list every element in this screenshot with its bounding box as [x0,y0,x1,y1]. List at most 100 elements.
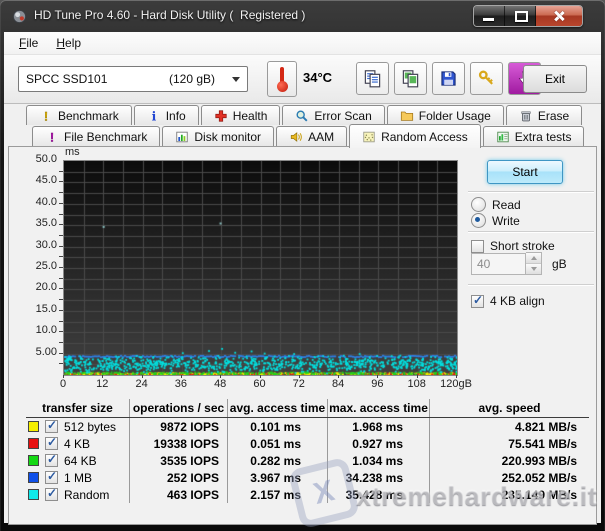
short-stroke-label: Short stroke [490,239,555,253]
exit-button[interactable]: Exit [523,65,587,93]
column-header: transfer size [26,399,130,417]
temperature-button[interactable] [267,61,297,97]
write-option[interactable]: Write [471,213,520,228]
tab-error-scan[interactable]: Error Scan [282,105,384,125]
tab-random-access[interactable]: Random Access [349,124,481,148]
y-tick-label: 35.0 [23,217,57,229]
health-icon [214,109,228,123]
random-access-page: ms 50.045.040.035.030.025.020.015.010.05… [8,146,597,525]
save-button[interactable] [432,62,465,95]
tab-erase[interactable]: Erase [506,105,582,125]
short-stroke-option[interactable]: Short stroke [471,239,555,253]
tab-file-benchmark[interactable]: !File Benchmark [32,126,160,146]
series-checkbox[interactable] [45,471,58,484]
read-option[interactable]: Read [471,197,521,212]
series-checkbox[interactable] [45,454,58,467]
x-tick-label: 48 [214,378,226,390]
table-row: 512 bytes9872 IOPS0.101 ms1.968 ms4.821 … [26,418,589,435]
caption-buttons [473,5,583,27]
y-tick-label: 10.0 [23,324,57,336]
app-icon [12,9,27,24]
tab-disk-monitor[interactable]: Disk monitor [162,126,274,146]
tab-label: Random Access [381,130,468,144]
tab-health[interactable]: Health [201,105,281,125]
tab-extra-tests[interactable]: Extra tests [483,126,585,146]
extra-tests-icon [496,130,510,144]
read-radio[interactable] [471,197,486,212]
tab-info[interactable]: i Info [134,105,199,125]
tab-aam[interactable]: AAM [276,126,347,146]
max-access-value: 34.238 ms [328,469,430,486]
align-checkbox[interactable] [471,295,484,308]
table-row: 4 KB19338 IOPS0.051 ms0.927 ms75.541 MB/… [26,435,589,452]
max-access-value: 35.428 ms [328,486,430,503]
file-benchmark-icon: ! [45,130,59,144]
maximize-icon [515,11,528,22]
titlebar[interactable]: HD Tune Pro 4.60 - Hard Disk Utility ( R… [0,0,605,32]
x-tick-label: 120gB [440,378,472,390]
menu-file[interactable]: File [10,34,47,52]
erase-icon [519,109,533,123]
column-header: avg. access time [228,399,328,417]
drive-name: SPCC SSD101 [26,72,107,86]
svg-text:i: i [151,109,156,123]
keys-button[interactable] [470,62,503,95]
ops-value: 9872 IOPS [130,418,228,435]
tab-benchmark[interactable]: !Benchmark [26,105,132,125]
y-tick-label: 30.0 [23,239,57,251]
tab-label: Extra tests [515,130,572,144]
short-stroke-size: 40 gB [471,252,567,275]
align-option[interactable]: 4 KB align [471,294,545,308]
stroke-unit-label: gB [552,257,567,271]
toolbar: SPCC SSD101 (120 gB) 34°C Exit [4,55,601,104]
tab-label: Health [233,109,268,123]
series-checkbox[interactable] [45,488,58,501]
menu-help[interactable]: Help [47,34,90,52]
copy-image-button[interactable] [394,62,427,95]
series-checkbox[interactable] [45,420,58,433]
results-table: transfer sizeoperations / secavg. access… [26,399,589,503]
separator [468,191,594,193]
short-stroke-checkbox[interactable] [471,240,484,253]
tab-label: Erase [538,109,569,123]
max-access-value: 0.927 ms [328,435,430,452]
close-button[interactable] [536,6,582,26]
tab-folder-usage[interactable]: Folder Usage [387,105,504,125]
spin-down-button[interactable] [526,264,541,274]
series-color-swatch [28,472,39,483]
copy-text-button[interactable] [356,62,389,95]
y-tick-label: 5.00 [23,346,57,358]
tab-label: Folder Usage [419,109,491,123]
avg-access-value: 3.967 ms [228,469,328,486]
x-tick-label: 60 [253,378,265,390]
tab-label: Info [166,109,186,123]
avg-speed-value: 75.541 MB/s [430,435,589,452]
avg-speed-value: 235.149 MB/s [430,486,589,503]
y-tick-label: 20.0 [23,281,57,293]
series-color-swatch [28,489,39,500]
tab-label: Disk monitor [194,130,261,144]
series-checkbox[interactable] [45,437,58,450]
random-access-plot [63,160,458,376]
avg-access-value: 0.101 ms [228,418,328,435]
chevron-down-icon [232,77,240,82]
ops-value: 463 IOPS [130,486,228,503]
column-header: avg. speed [430,399,589,417]
copy-text-icon [363,69,382,88]
separator [468,284,594,286]
max-access-value: 1.034 ms [328,452,430,469]
stroke-size-input[interactable]: 40 [471,253,526,275]
write-radio[interactable] [471,213,486,228]
copy-image-icon [401,69,420,88]
maximize-button[interactable] [505,6,536,26]
spin-up-button[interactable] [526,253,541,264]
menu-bar: File Help [4,32,601,55]
start-button[interactable]: Start [487,160,563,184]
drive-selector[interactable]: SPCC SSD101 (120 gB) [18,66,248,92]
x-tick-label: 12 [96,378,108,390]
tab-strip: !Benchmark i Info Health Error Scan Folder Us… [4,104,601,146]
minimize-button[interactable] [474,6,505,26]
column-header: max. access time [328,399,430,417]
ops-value: 3535 IOPS [130,452,228,469]
toolbar-buttons [356,62,541,95]
